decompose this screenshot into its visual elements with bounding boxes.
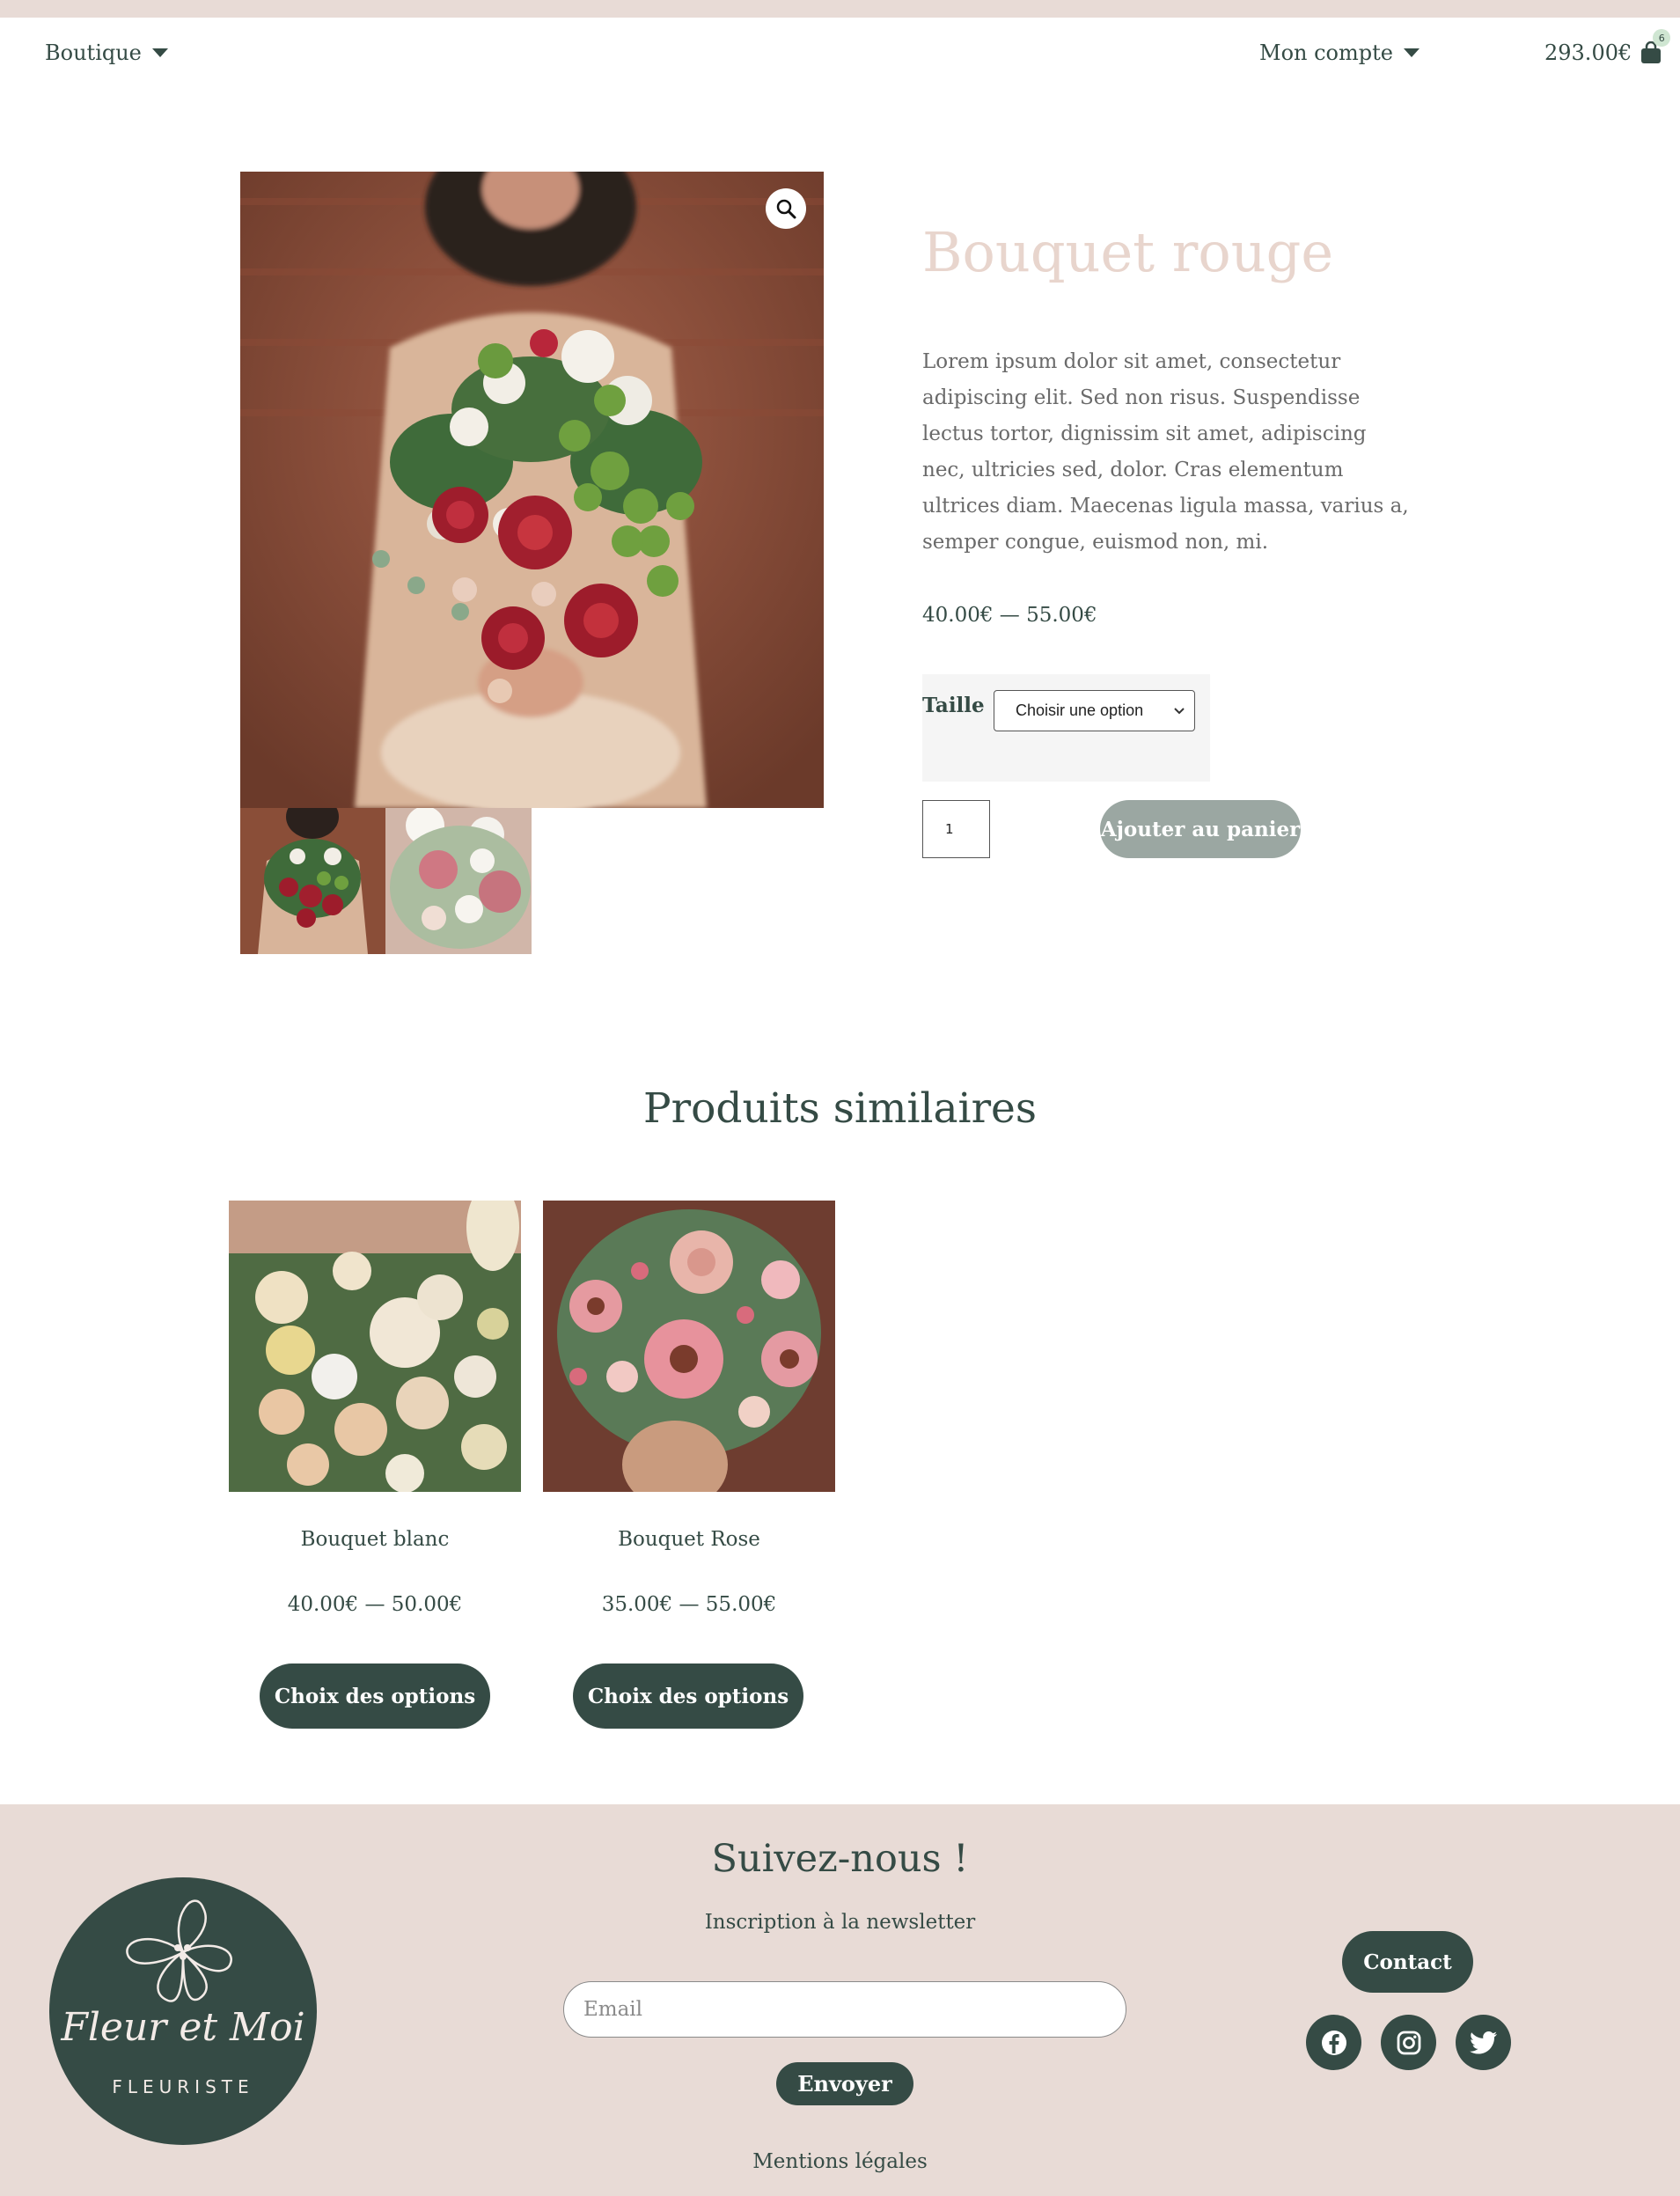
cart-count-badge: 6 xyxy=(1653,29,1671,47)
add-to-cart-button[interactable]: Ajouter au panier xyxy=(1100,800,1301,858)
chevron-down-icon xyxy=(1174,707,1185,714)
product-price: 40.00€ — 55.00€ xyxy=(922,604,1097,627)
chevron-down-icon xyxy=(1403,48,1420,57)
choose-options-button[interactable]: Choix des options xyxy=(260,1664,490,1729)
related-products-heading: Produits similaires xyxy=(643,1084,1037,1133)
contact-button[interactable]: Contact xyxy=(1342,1931,1473,1993)
zoom-button[interactable] xyxy=(766,188,806,229)
newsletter-send-button[interactable]: Envoyer xyxy=(776,2062,913,2105)
related-product-title[interactable]: Bouquet Rose xyxy=(539,1528,839,1551)
choose-options-button[interactable]: Choix des options xyxy=(573,1664,803,1729)
magnifier-icon xyxy=(776,199,796,219)
facebook-icon xyxy=(1321,2030,1346,2055)
product-main-image[interactable] xyxy=(240,172,824,808)
product-description: Lorem ipsum dolor sit amet, consectetur … xyxy=(922,350,1409,554)
quantity-input[interactable]: 1 xyxy=(922,800,990,858)
facebook-link[interactable] xyxy=(1306,2015,1361,2070)
cart-total: 293.00€ xyxy=(1544,40,1632,65)
product-thumbnail-1[interactable] xyxy=(240,808,385,954)
nav-shop-label: Boutique xyxy=(45,40,142,65)
top-band xyxy=(0,0,1680,18)
related-product-price: 40.00€ — 50.00€ xyxy=(287,1593,463,1616)
legal-notice-link[interactable]: Mentions légales xyxy=(0,2150,1680,2173)
logo-subtitle: FLEURISTE xyxy=(112,2076,254,2097)
product-thumbnail-2[interactable] xyxy=(385,808,532,954)
follow-us-title: Suivez-nous ! xyxy=(711,1837,969,1881)
nav-shop-menu[interactable]: Boutique xyxy=(45,40,168,65)
size-select-value: Choisir une option xyxy=(1016,701,1144,719)
related-product-image-1[interactable] xyxy=(229,1201,521,1492)
related-product-price: 35.00€ — 55.00€ xyxy=(601,1593,777,1616)
related-product-image-2[interactable] xyxy=(543,1201,835,1492)
instagram-icon xyxy=(1397,2031,1420,2054)
cart-button[interactable]: 293.00€ 6 xyxy=(1544,29,1671,65)
related-product-title[interactable]: Bouquet blanc xyxy=(225,1528,525,1551)
twitter-link[interactable] xyxy=(1456,2015,1511,2070)
size-label: Taille xyxy=(922,694,985,717)
shopping-bag-icon: 6 xyxy=(1640,29,1671,64)
variations-box: Taille Choisir une option xyxy=(922,674,1210,782)
twitter-icon xyxy=(1469,2031,1497,2053)
nav-account-menu[interactable]: Mon compte xyxy=(1259,40,1420,65)
product-title: Bouquet rouge xyxy=(922,220,1334,284)
size-select[interactable]: Choisir une option xyxy=(994,690,1195,731)
logo-script-text: Fleur et Moi xyxy=(61,2005,305,2050)
newsletter-email-input[interactable]: Email xyxy=(563,1981,1126,2038)
instagram-link[interactable] xyxy=(1381,2015,1436,2070)
chevron-down-icon xyxy=(151,48,168,57)
nav-account-label: Mon compte xyxy=(1259,40,1393,65)
